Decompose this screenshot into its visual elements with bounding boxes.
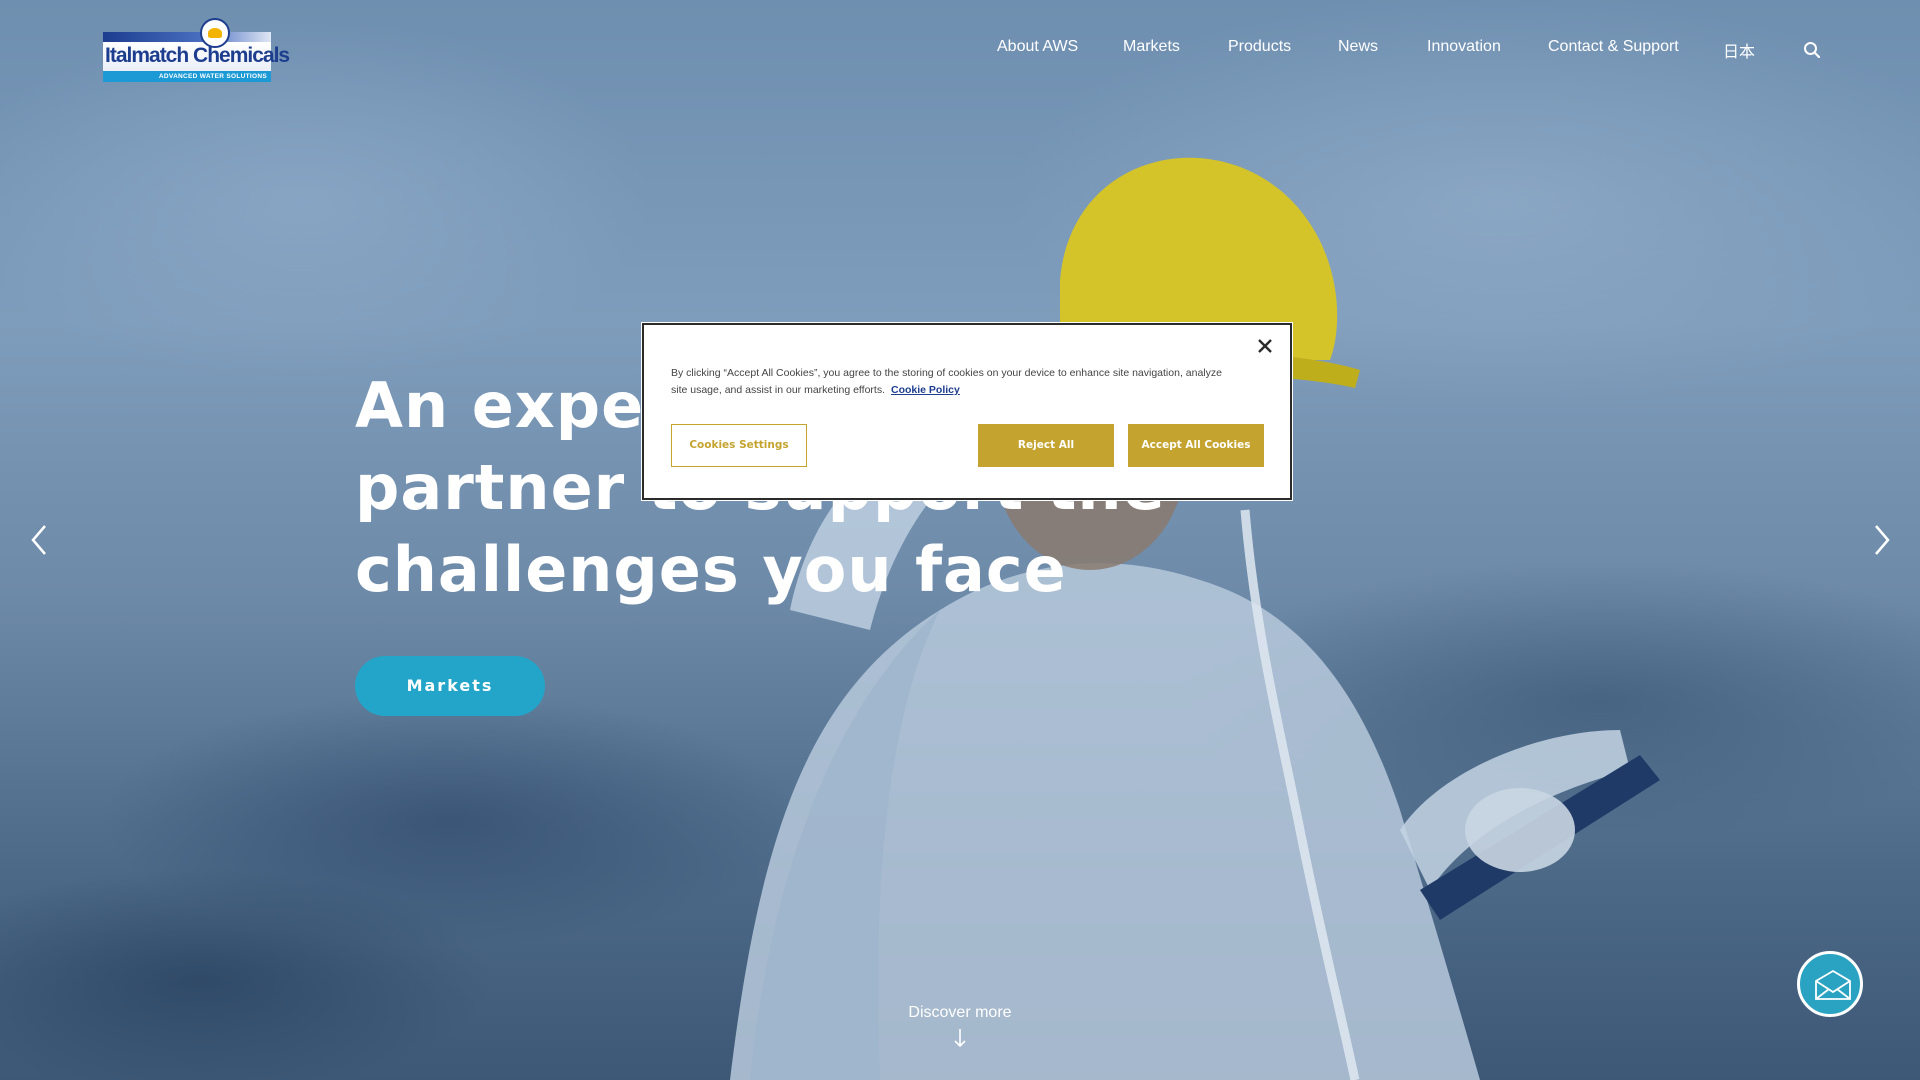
discover-more-label: Discover more: [908, 1004, 1012, 1021]
discover-more-link[interactable]: Discover more: [900, 1004, 1020, 1048]
search-icon[interactable]: [1803, 41, 1821, 59]
logo-tagline: ADVANCED WATER SOLUTIONS: [103, 71, 271, 82]
cookies-settings-button[interactable]: Cookies Settings: [671, 424, 807, 467]
headline-line-3: challenges you face: [355, 533, 1067, 606]
nav-item-contact-support[interactable]: Contact & Support: [1548, 38, 1679, 56]
arrow-down-icon: [954, 1029, 966, 1048]
cookie-consent-dialog: By clicking “Accept All Cookies”, you ag…: [642, 323, 1292, 500]
nav-item-news[interactable]: News: [1338, 38, 1378, 56]
accept-all-cookies-button[interactable]: Accept All Cookies: [1128, 424, 1264, 467]
markets-cta-button[interactable]: Markets: [355, 656, 545, 716]
carousel-next-icon[interactable]: [1866, 522, 1896, 558]
nav-item-japan[interactable]: 日本: [1723, 38, 1755, 62]
cookie-description: By clicking “Accept All Cookies”, you ag…: [671, 365, 1241, 399]
cookie-policy-link[interactable]: Cookie Policy: [891, 384, 960, 396]
nav-item-products[interactable]: Products: [1228, 38, 1291, 56]
main-navigation: About AWS Markets Products News Innovati…: [0, 38, 1920, 62]
contact-mail-button[interactable]: [1797, 951, 1863, 1017]
nav-item-markets[interactable]: Markets: [1123, 38, 1180, 56]
close-icon[interactable]: [1256, 337, 1274, 355]
envelope-icon: [1815, 969, 1851, 1000]
carousel-prev-icon[interactable]: [25, 522, 55, 558]
nav-item-innovation[interactable]: Innovation: [1427, 38, 1501, 56]
reject-all-button[interactable]: Reject All: [978, 424, 1114, 467]
nav-item-about-aws[interactable]: About AWS: [997, 38, 1078, 56]
